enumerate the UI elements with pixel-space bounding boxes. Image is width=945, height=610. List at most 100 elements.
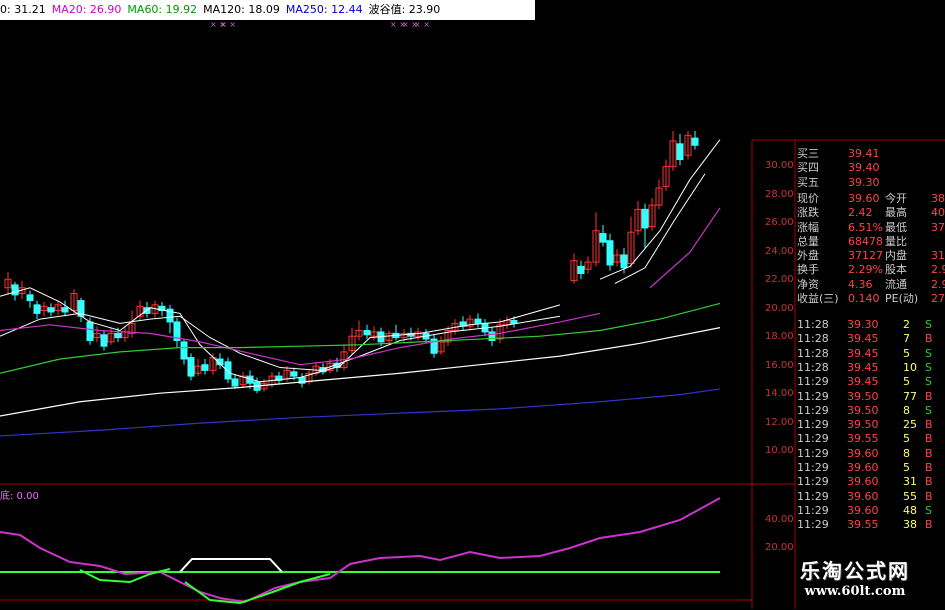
candle	[606, 233, 614, 271]
tick-side: S	[925, 318, 932, 331]
indicator-legend-item: MA20: 26.90	[51, 3, 122, 16]
candle	[100, 330, 108, 351]
candle	[231, 374, 239, 389]
tick-side: S	[925, 360, 932, 374]
candle	[662, 159, 670, 191]
candle	[634, 200, 642, 236]
candle	[298, 373, 306, 388]
tick-volume: 48	[903, 503, 917, 517]
tick-time: 11:29	[797, 432, 829, 446]
tick-row: 11:29 39.60 55 B	[795, 490, 945, 503]
quote-value: 2.42	[848, 206, 873, 220]
tick-side: B	[925, 432, 933, 446]
marker-dot: × ×	[414, 20, 430, 29]
tick-side: S	[925, 375, 932, 389]
tick-side: B	[925, 389, 933, 403]
tick-side: S	[925, 403, 932, 417]
candle	[77, 297, 85, 322]
tick-price: 39.60	[847, 475, 879, 489]
tick-price: 39.50	[847, 418, 879, 432]
quote-value: 4.36	[848, 277, 873, 291]
tick-row: 11:28 39.45 10 S	[795, 361, 945, 374]
tick-price: 39.55	[847, 518, 879, 532]
candle	[669, 131, 677, 171]
quote-label: 净资	[797, 277, 819, 291]
tick-price: 39.45	[847, 375, 879, 389]
osc-tick-label: 20.00	[765, 542, 794, 553]
quote-value-2: 40	[931, 206, 945, 220]
tick-volume: 38	[903, 518, 917, 532]
tick-price: 39.50	[847, 403, 879, 417]
tick-time: 11:29	[797, 403, 829, 417]
candle	[496, 319, 504, 344]
tick-side: S	[925, 346, 932, 360]
quote-label-2: 内盘	[885, 249, 907, 263]
quote-value: 39.41	[848, 147, 880, 160]
quote-label-2: 股本	[885, 263, 907, 277]
tick-volume: 5	[903, 461, 910, 474]
quote-value: 37127	[848, 249, 883, 263]
candle	[370, 326, 378, 341]
tick-row: 11:29 39.60 31 B	[795, 475, 945, 488]
candle	[655, 179, 663, 210]
tick-time: 11:29	[797, 518, 829, 532]
candle	[355, 320, 363, 341]
tick-volume: 5	[903, 346, 910, 360]
candle	[474, 313, 482, 328]
tick-row: 11:29 39.60 48 S	[795, 504, 945, 517]
quote-row: 净资 4.36 流通 2.9	[795, 278, 945, 291]
oscillator-signal-trough	[184, 573, 331, 605]
tick-side: B	[925, 518, 933, 532]
candle	[599, 225, 607, 247]
tick-price: 39.60	[847, 446, 879, 460]
candle	[33, 300, 41, 320]
price-tick-label: 22.00	[765, 274, 794, 285]
quote-label: 买三	[797, 147, 819, 160]
tick-time: 11:29	[797, 418, 829, 432]
tick-time: 11:29	[797, 389, 829, 403]
indicator-legend-item: MA250: 12.44	[285, 3, 363, 16]
price-tick-label: 16.00	[765, 359, 794, 371]
tick-side: B	[925, 489, 933, 503]
quote-label-2: 量比	[885, 234, 907, 248]
watermark-url: www.60lt.com	[804, 584, 906, 599]
candle	[363, 324, 371, 340]
candle	[61, 300, 69, 317]
tick-time: 11:28	[797, 360, 829, 374]
price-tick-label: 12.00	[765, 416, 794, 428]
price-tick-label: 18.00	[765, 331, 794, 342]
candle	[570, 253, 578, 284]
tick-volume: 55	[903, 489, 917, 503]
candle	[40, 302, 48, 317]
quote-label: 涨幅	[797, 220, 819, 234]
tick-time: 11:29	[797, 461, 829, 474]
candle	[584, 256, 592, 274]
quote-row: 收益(三) 0.140 PE(动) 27	[795, 292, 945, 305]
tick-time: 11:29	[797, 446, 829, 460]
indicator-legend-item: 波谷值: 23.90	[368, 3, 441, 16]
quote-value-2: 27	[931, 292, 945, 305]
candle	[627, 216, 635, 268]
candle	[592, 212, 600, 267]
quote-value: 39.40	[848, 161, 880, 175]
tick-time: 11:29	[797, 489, 829, 503]
candle	[93, 326, 101, 342]
candle	[577, 260, 585, 280]
price-tick-label: 30.00	[765, 160, 794, 171]
quote-value-2: 31	[931, 249, 945, 263]
tick-volume: 2	[903, 318, 910, 331]
tick-row: 11:28 39.45 5 S	[795, 347, 945, 360]
tick-time: 11:29	[797, 375, 829, 389]
indicator-legend-item: MA60: 19.92	[127, 3, 198, 16]
tick-side: S	[925, 503, 932, 517]
candle	[648, 197, 656, 231]
quote-label-2: 流通	[885, 277, 907, 291]
ma250-line	[0, 388, 721, 437]
tick-row: 11:29 39.55 5 B	[795, 432, 945, 445]
tick-volume: 25	[903, 418, 917, 432]
candle	[676, 133, 684, 166]
quote-value: 68478	[848, 234, 883, 248]
oscillator-line	[0, 497, 721, 604]
candle	[166, 304, 174, 334]
tick-row: 11:28 39.45 7 B	[795, 332, 945, 345]
